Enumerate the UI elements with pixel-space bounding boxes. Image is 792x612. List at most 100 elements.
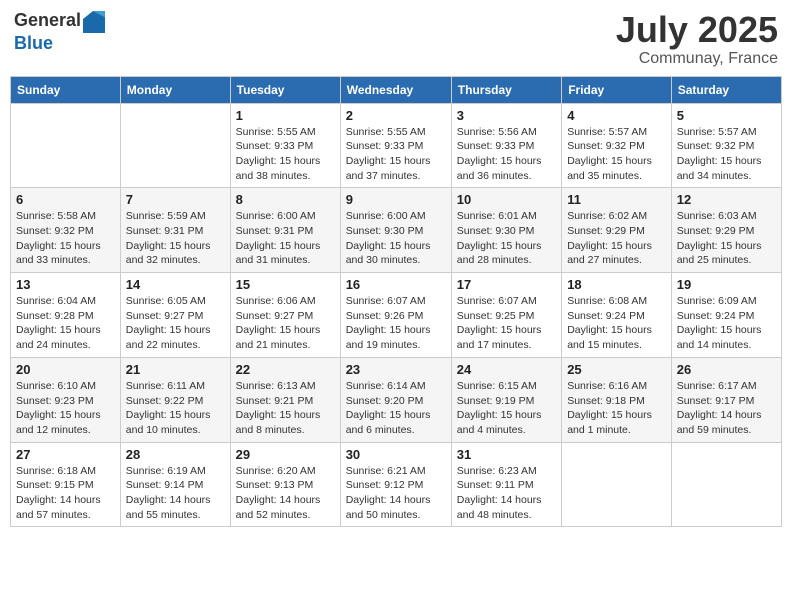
day-info: Sunrise: 5:57 AMSunset: 9:32 PMDaylight:…: [677, 125, 776, 184]
day-info: Sunrise: 6:15 AMSunset: 9:19 PMDaylight:…: [457, 379, 556, 438]
day-info: Sunrise: 6:11 AMSunset: 9:22 PMDaylight:…: [126, 379, 225, 438]
day-number: 27: [16, 447, 115, 462]
day-number: 8: [236, 192, 335, 207]
day-number: 31: [457, 447, 556, 462]
calendar-header-row: SundayMondayTuesdayWednesdayThursdayFrid…: [11, 76, 782, 103]
day-info: Sunrise: 6:03 AMSunset: 9:29 PMDaylight:…: [677, 209, 776, 268]
day-number: 11: [567, 192, 666, 207]
logo-general: General: [14, 10, 81, 30]
day-cell: 26 Sunrise: 6:17 AMSunset: 9:17 PMDayligh…: [671, 357, 781, 442]
day-number: 13: [16, 277, 115, 292]
day-cell: 30Sunrise: 6:21 AMSunset: 9:12 PMDayligh…: [340, 442, 451, 527]
header-saturday: Saturday: [671, 76, 781, 103]
day-info: Sunrise: 6:21 AMSunset: 9:12 PMDaylight:…: [346, 464, 446, 523]
day-info: Sunrise: 6:07 AMSunset: 9:25 PMDaylight:…: [457, 294, 556, 353]
day-cell: 22 Sunrise: 6:13 AMSunset: 9:21 PMDayligh…: [230, 357, 340, 442]
logo-text: General Blue: [14, 10, 106, 54]
day-info: Sunrise: 6:00 AMSunset: 9:30 PMDaylight:…: [346, 209, 446, 268]
day-number: 23: [346, 362, 446, 377]
day-info: Sunrise: 6:18 AMSunset: 9:15 PMDaylight:…: [16, 464, 115, 523]
week-row-3: 20 Sunrise: 6:10 AMSunset: 9:23 PMDayligh…: [11, 357, 782, 442]
day-cell: [671, 442, 781, 527]
day-cell: 31 Sunrise: 6:23 AMSunset: 9:11 PMDayligh…: [451, 442, 561, 527]
day-info: Sunrise: 6:08 AMSunset: 9:24 PMDaylight:…: [567, 294, 666, 353]
day-cell: 27 Sunrise: 6:18 AMSunset: 9:15 PMDayligh…: [11, 442, 121, 527]
day-number: 1: [236, 108, 335, 123]
day-number: 18: [567, 277, 666, 292]
day-info: Sunrise: 6:23 AMSunset: 9:11 PMDaylight:…: [457, 464, 556, 523]
day-cell: 3 Sunrise: 5:56 AMSunset: 9:33 PMDaylight…: [451, 103, 561, 188]
day-info: Sunrise: 6:05 AMSunset: 9:27 PMDaylight:…: [126, 294, 225, 353]
day-cell: 14 Sunrise: 6:05 AMSunset: 9:27 PMDayligh…: [120, 273, 230, 358]
page-header: General Blue July 2025 Communay, France: [10, 10, 782, 68]
day-cell: 11 Sunrise: 6:02 AMSunset: 9:29 PMDayligh…: [562, 188, 672, 273]
day-cell: 9 Sunrise: 6:00 AMSunset: 9:30 PMDaylight…: [340, 188, 451, 273]
day-cell: 10Sunrise: 6:01 AMSunset: 9:30 PMDayligh…: [451, 188, 561, 273]
header-monday: Monday: [120, 76, 230, 103]
day-info: Sunrise: 5:57 AMSunset: 9:32 PMDaylight:…: [567, 125, 666, 184]
day-cell: 25 Sunrise: 6:16 AMSunset: 9:18 PMDayligh…: [562, 357, 672, 442]
week-row-1: 6 Sunrise: 5:58 AMSunset: 9:32 PMDaylight…: [11, 188, 782, 273]
day-number: 25: [567, 362, 666, 377]
day-info: Sunrise: 5:55 AMSunset: 9:33 PMDaylight:…: [346, 125, 446, 184]
day-info: Sunrise: 6:16 AMSunset: 9:18 PMDaylight:…: [567, 379, 666, 438]
day-cell: 23 Sunrise: 6:14 AMSunset: 9:20 PMDayligh…: [340, 357, 451, 442]
day-info: Sunrise: 6:17 AMSunset: 9:17 PMDaylight:…: [677, 379, 776, 438]
day-cell: 18 Sunrise: 6:08 AMSunset: 9:24 PMDayligh…: [562, 273, 672, 358]
day-cell: 29 Sunrise: 6:20 AMSunset: 9:13 PMDayligh…: [230, 442, 340, 527]
day-cell: [562, 442, 672, 527]
header-sunday: Sunday: [11, 76, 121, 103]
day-info: Sunrise: 6:06 AMSunset: 9:27 PMDaylight:…: [236, 294, 335, 353]
day-number: 17: [457, 277, 556, 292]
day-cell: [11, 103, 121, 188]
day-cell: 5 Sunrise: 5:57 AMSunset: 9:32 PMDaylight…: [671, 103, 781, 188]
day-number: 2: [346, 108, 446, 123]
day-cell: 13Sunrise: 6:04 AMSunset: 9:28 PMDayligh…: [11, 273, 121, 358]
day-cell: 2 Sunrise: 5:55 AMSunset: 9:33 PMDaylight…: [340, 103, 451, 188]
day-number: 20: [16, 362, 115, 377]
day-number: 7: [126, 192, 225, 207]
day-cell: 20 Sunrise: 6:10 AMSunset: 9:23 PMDayligh…: [11, 357, 121, 442]
day-cell: 19Sunrise: 6:09 AMSunset: 9:24 PMDayligh…: [671, 273, 781, 358]
day-number: 19: [677, 277, 776, 292]
day-info: Sunrise: 6:14 AMSunset: 9:20 PMDaylight:…: [346, 379, 446, 438]
day-info: Sunrise: 5:59 AMSunset: 9:31 PMDaylight:…: [126, 209, 225, 268]
day-info: Sunrise: 6:20 AMSunset: 9:13 PMDaylight:…: [236, 464, 335, 523]
day-number: 14: [126, 277, 225, 292]
day-number: 26: [677, 362, 776, 377]
day-number: 29: [236, 447, 335, 462]
day-info: Sunrise: 5:56 AMSunset: 9:33 PMDaylight:…: [457, 125, 556, 184]
title-block: July 2025 Communay, France: [616, 10, 778, 68]
day-cell: 15 Sunrise: 6:06 AMSunset: 9:27 PMDayligh…: [230, 273, 340, 358]
day-info: Sunrise: 6:00 AMSunset: 9:31 PMDaylight:…: [236, 209, 335, 268]
day-number: 24: [457, 362, 556, 377]
header-wednesday: Wednesday: [340, 76, 451, 103]
day-info: Sunrise: 6:13 AMSunset: 9:21 PMDaylight:…: [236, 379, 335, 438]
day-number: 5: [677, 108, 776, 123]
day-number: 6: [16, 192, 115, 207]
calendar-table: SundayMondayTuesdayWednesdayThursdayFrid…: [10, 76, 782, 528]
day-number: 15: [236, 277, 335, 292]
day-info: Sunrise: 6:02 AMSunset: 9:29 PMDaylight:…: [567, 209, 666, 268]
day-cell: 12Sunrise: 6:03 AMSunset: 9:29 PMDayligh…: [671, 188, 781, 273]
day-cell: 6 Sunrise: 5:58 AMSunset: 9:32 PMDaylight…: [11, 188, 121, 273]
header-thursday: Thursday: [451, 76, 561, 103]
day-cell: 1Sunrise: 5:55 AMSunset: 9:33 PMDaylight…: [230, 103, 340, 188]
day-cell: 24 Sunrise: 6:15 AMSunset: 9:19 PMDayligh…: [451, 357, 561, 442]
day-cell: 8 Sunrise: 6:00 AMSunset: 9:31 PMDaylight…: [230, 188, 340, 273]
day-number: 3: [457, 108, 556, 123]
day-cell: 16 Sunrise: 6:07 AMSunset: 9:26 PMDayligh…: [340, 273, 451, 358]
day-number: 9: [346, 192, 446, 207]
day-number: 4: [567, 108, 666, 123]
day-number: 21: [126, 362, 225, 377]
location-title: Communay, France: [616, 50, 778, 68]
day-info: Sunrise: 6:10 AMSunset: 9:23 PMDaylight:…: [16, 379, 115, 438]
day-cell: [120, 103, 230, 188]
week-row-4: 27 Sunrise: 6:18 AMSunset: 9:15 PMDayligh…: [11, 442, 782, 527]
day-cell: 4 Sunrise: 5:57 AMSunset: 9:32 PMDaylight…: [562, 103, 672, 188]
day-number: 22: [236, 362, 335, 377]
day-info: Sunrise: 5:58 AMSunset: 9:32 PMDaylight:…: [16, 209, 115, 268]
day-number: 16: [346, 277, 446, 292]
day-info: Sunrise: 6:07 AMSunset: 9:26 PMDaylight:…: [346, 294, 446, 353]
month-title: July 2025: [616, 10, 778, 50]
